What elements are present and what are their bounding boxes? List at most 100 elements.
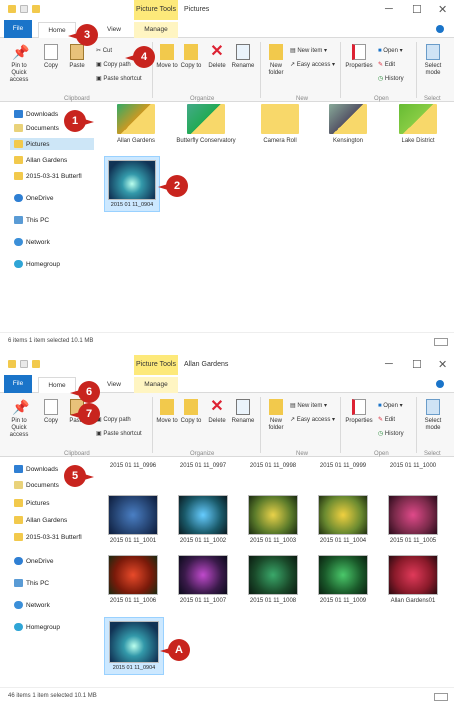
maximize-icon[interactable]: ☐ (412, 358, 422, 371)
tab-manage[interactable]: Manage (134, 377, 178, 393)
photo-thumbnail (109, 621, 159, 663)
view-toggle-icon[interactable] (434, 338, 448, 346)
separator (340, 397, 341, 453)
properties-button[interactable]: Properties (344, 44, 374, 70)
edit-button[interactable]: ✎ Edit (378, 61, 395, 68)
nav-item-pictures[interactable]: Pictures (10, 138, 94, 150)
close-icon[interactable]: ✕ (438, 3, 447, 16)
easy-access-button[interactable]: ↗ Easy access ▾ (290, 416, 335, 423)
help-icon[interactable] (436, 25, 444, 33)
new-folder-icon[interactable] (32, 5, 40, 13)
paste-button[interactable]: Paste (66, 44, 88, 70)
file-tile[interactable]: 2015 01 11_1000 (380, 463, 446, 469)
rename-button[interactable]: Rename (230, 44, 256, 70)
move-to-button[interactable]: Move to (156, 44, 178, 70)
file-tile[interactable]: 2015 01 11_1003 (240, 495, 306, 544)
history-button[interactable]: ◷ History (378, 75, 404, 82)
pin-button[interactable]: 📌 Pin to Quick access (4, 44, 34, 84)
folder-kensington[interactable]: Kensington (318, 104, 378, 144)
open-button[interactable]: ■ Open ▾ (378, 402, 403, 409)
file-tile[interactable]: 2015 01 11_1002 (170, 495, 236, 544)
nav-item-homegroup[interactable]: Homegroup (14, 621, 60, 633)
file-pasted-0904[interactable]: 2015 01 11_0904 (104, 617, 164, 675)
copy-button[interactable]: Copy (40, 399, 62, 425)
folder-icon[interactable] (8, 5, 16, 13)
history-button[interactable]: ◷ History (378, 430, 404, 437)
view-toggle-icon[interactable] (434, 693, 448, 701)
nav-item-allan-gardens[interactable]: Allan Gardens (14, 514, 67, 526)
file-tile[interactable]: 2015 01 11_0999 (310, 463, 376, 469)
edit-button[interactable]: ✎ Edit (378, 416, 395, 423)
properties-icon[interactable] (20, 5, 28, 13)
nav-item-this-pc[interactable]: This PC (14, 577, 49, 589)
nav-item-network[interactable]: Network (14, 599, 50, 611)
select-mode-button[interactable]: Select mode (420, 44, 446, 77)
edit-icon: ✎ (378, 417, 385, 423)
close-icon[interactable]: ✕ (438, 358, 447, 371)
ribbon: 📌 Pin to Quick access Copy Paste ✂ Cut ▣ … (0, 38, 454, 102)
nav-item-downloads[interactable]: Downloads (14, 463, 58, 475)
nav-item-butterfly[interactable]: 2015-03-31 Butterfl (14, 170, 82, 182)
minimize-icon[interactable]: ─ (385, 3, 393, 15)
copy-path-button[interactable]: ▣ Copy path (96, 416, 131, 423)
file-tile[interactable]: 2015 01 11_1007 (170, 555, 236, 604)
nav-item-butterfly[interactable]: 2015-03-31 Butterfl (14, 531, 82, 543)
cut-button[interactable]: ✂ Cut (96, 47, 112, 54)
file-tile[interactable]: 2015 01 11_1006 (100, 555, 166, 604)
help-icon[interactable] (436, 380, 444, 388)
nav-item-documents[interactable]: Documents (14, 479, 59, 491)
delete-button[interactable]: ✕ Delete (206, 399, 228, 425)
new-item-button[interactable]: ▤ New item ▾ (290, 402, 327, 409)
file-tile[interactable]: 2015 01 11_0998 (240, 463, 306, 469)
folder-camera-roll[interactable]: Camera Roll (250, 104, 310, 144)
new-folder-button[interactable]: New folder (264, 44, 288, 77)
new-folder-icon[interactable] (32, 360, 40, 368)
nav-item-downloads[interactable]: Downloads (14, 108, 58, 120)
paste-shortcut-button[interactable]: ▣ Paste shortcut (96, 430, 142, 437)
pin-button[interactable]: 📌 Pin to Quick access (4, 399, 34, 439)
nav-item-network[interactable]: Network (14, 236, 50, 248)
tab-view[interactable]: View (102, 22, 126, 38)
file-selected-0904[interactable]: 2015 01 11_0904 (104, 156, 160, 212)
nav-item-onedrive[interactable]: OneDrive (14, 192, 53, 204)
properties-button[interactable]: Properties (344, 399, 374, 425)
file-tile[interactable]: 2015 01 11_1008 (240, 555, 306, 604)
copy-button[interactable]: Copy (40, 44, 62, 70)
file-tile[interactable]: 2015 01 11_0997 (170, 463, 236, 469)
copy-to-button[interactable]: Copy to (180, 44, 202, 70)
copy-to-button[interactable]: Copy to (180, 399, 202, 425)
file-tile[interactable]: 2015 01 11_1005 (380, 495, 446, 544)
nav-item-homegroup[interactable]: Homegroup (14, 258, 60, 270)
tab-view[interactable]: View (102, 377, 126, 393)
copy-path-button[interactable]: ▣ Copy path (96, 61, 131, 68)
properties-icon[interactable] (20, 360, 28, 368)
nav-item-onedrive[interactable]: OneDrive (14, 555, 53, 567)
open-button[interactable]: ■ Open ▾ (378, 47, 403, 54)
file-tile[interactable]: 2015 01 11_1009 (310, 555, 376, 604)
select-mode-button[interactable]: Select mode (420, 399, 446, 432)
nav-item-documents[interactable]: Documents (14, 122, 59, 134)
tab-file[interactable]: File (4, 375, 32, 393)
folder-icon[interactable] (8, 360, 16, 368)
paste-shortcut-button[interactable]: ▣ Paste shortcut (96, 75, 142, 82)
move-to-button[interactable]: Move to (156, 399, 178, 425)
rename-button[interactable]: Rename (230, 399, 256, 425)
nav-item-this-pc[interactable]: This PC (14, 214, 49, 226)
new-folder-button[interactable]: New folder (264, 399, 288, 432)
easy-access-button[interactable]: ↗ Easy access ▾ (290, 61, 335, 68)
file-tile[interactable]: 2015 01 11_1004 (310, 495, 376, 544)
file-tile[interactable]: 2015 01 11_0996 (100, 463, 166, 469)
folder-butterfly[interactable]: Butterfly Conservatory (176, 104, 236, 144)
tab-file[interactable]: File (4, 20, 32, 38)
file-tile[interactable]: Allan Gardens01 (380, 555, 446, 604)
file-tile[interactable]: 2015 01 11_1001 (100, 495, 166, 544)
new-item-button[interactable]: ▤ New item ▾ (290, 47, 327, 54)
nav-item-pictures[interactable]: Pictures (14, 497, 49, 509)
delete-button[interactable]: ✕ Delete (206, 44, 228, 70)
minimize-icon[interactable]: ─ (385, 358, 393, 370)
tab-manage[interactable]: Manage (134, 22, 178, 38)
folder-lake-district[interactable]: Lake District (388, 104, 448, 144)
folder-allan-gardens[interactable]: Allan Gardens (106, 104, 166, 144)
maximize-icon[interactable]: ☐ (412, 3, 422, 16)
nav-item-allan-gardens[interactable]: Allan Gardens (14, 154, 67, 166)
